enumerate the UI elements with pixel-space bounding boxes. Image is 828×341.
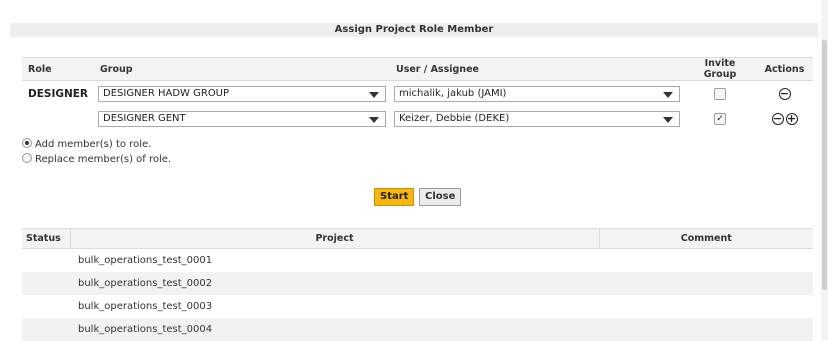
result-project: bulk_operations_test_0001 — [78, 255, 213, 266]
group-select-value: DESIGNER HADW GROUP — [103, 87, 230, 99]
group-select[interactable]: DESIGNER HADW GROUP — [98, 85, 386, 102]
header-project: Project — [69, 228, 599, 249]
dropdown-arrow-icon — [663, 91, 673, 98]
group-select[interactable]: DESIGNER GENT — [98, 110, 386, 127]
result-row: bulk_operations_test_0001 — [22, 249, 813, 273]
result-status — [22, 249, 70, 273]
start-button[interactable]: Start — [374, 188, 415, 206]
circle-plus-icon[interactable]: + — [785, 112, 798, 125]
result-row: bulk_operations_test_0004 — [22, 318, 813, 341]
circle-minus-icon[interactable]: − — [778, 87, 791, 100]
result-row: bulk_operations_test_0002 — [22, 272, 813, 295]
dialog-title: Assign Project Role Member — [10, 23, 818, 37]
result-status — [22, 318, 70, 341]
result-comment — [599, 318, 813, 341]
header-user: User / Assignee — [390, 57, 684, 81]
close-button[interactable]: Close — [419, 188, 462, 206]
result-project: bulk_operations_test_0002 — [70, 272, 599, 295]
checkmark-icon: ✓ — [716, 113, 724, 124]
result-comment — [599, 295, 813, 318]
user-select-value: Keizer, Debbie (DEKE) — [399, 112, 510, 124]
header-status: Status — [22, 228, 70, 249]
group-select-value: DESIGNER GENT — [103, 112, 186, 124]
add-members-option[interactable]: Add member(s) to role. — [22, 138, 151, 150]
roles-header-row: Role Group User / Assignee Invite Group … — [22, 57, 813, 81]
add-members-label: Add member(s) to role. — [35, 139, 152, 150]
header-role: Role — [22, 57, 94, 81]
dropdown-arrow-icon — [369, 116, 379, 123]
role-row: DESIGNER DESIGNER HADW GROUP michalik, j… — [22, 81, 813, 107]
replace-members-label: Replace member(s) of role. — [35, 154, 172, 165]
user-select[interactable]: Keizer, Debbie (DEKE) — [394, 110, 680, 127]
user-select-value: michalik, jakub (JAMI) — [399, 87, 507, 99]
results-table: Status Project Comment bulk_operations_t… — [22, 228, 813, 341]
role-name: DESIGNER — [28, 87, 89, 100]
result-comment — [599, 272, 813, 295]
dropdown-arrow-icon — [663, 116, 673, 123]
dropdown-arrow-icon — [369, 91, 379, 98]
result-status — [22, 295, 70, 318]
result-project: bulk_operations_test_0003 — [78, 301, 213, 312]
result-status — [22, 272, 70, 295]
scrollbar[interactable] — [821, 0, 828, 340]
result-row: bulk_operations_test_0003 — [22, 295, 813, 318]
replace-members-radio[interactable] — [22, 153, 32, 163]
add-members-radio[interactable] — [22, 138, 32, 148]
result-project: bulk_operations_test_0004 — [70, 318, 599, 341]
role-name — [22, 106, 94, 131]
invite-group-checkbox[interactable]: ✓ — [714, 112, 726, 125]
results-header-row: Status Project Comment — [22, 228, 813, 249]
replace-members-option[interactable]: Replace member(s) of role. — [22, 153, 171, 165]
result-comment — [599, 249, 813, 273]
user-select[interactable]: michalik, jakub (JAMI) — [394, 85, 680, 102]
header-group: Group — [94, 57, 390, 81]
header-actions: Actions — [756, 57, 813, 81]
role-row: DESIGNER GENT Keizer, Debbie (DEKE) ✓ − + — [22, 106, 813, 131]
header-comment: Comment — [598, 228, 813, 249]
invite-group-checkbox[interactable] — [714, 87, 726, 100]
circle-minus-icon[interactable]: − — [771, 112, 784, 125]
header-invite-group: Invite Group — [684, 57, 756, 81]
roles-table: Role Group User / Assignee Invite Group … — [22, 57, 813, 131]
scrollbar-thumb[interactable] — [822, 40, 827, 290]
